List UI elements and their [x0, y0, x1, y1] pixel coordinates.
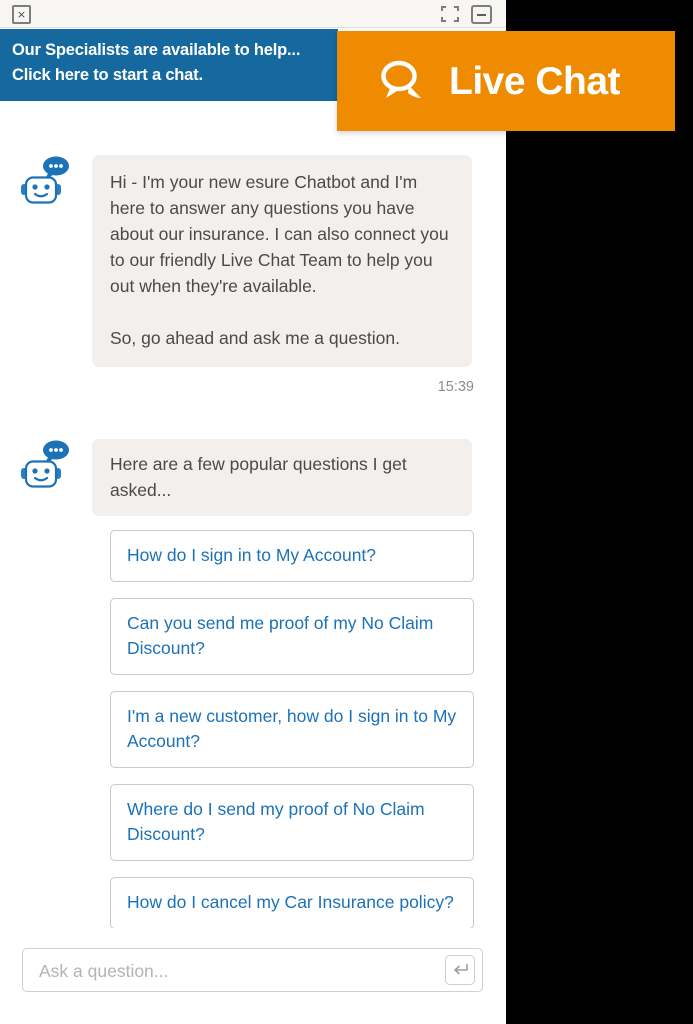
close-glyph: ×	[16, 8, 27, 21]
chat-bubble-icon	[375, 57, 427, 105]
live-chat-label: Live Chat	[449, 59, 621, 103]
quick-reply-button[interactable]: Can you send me proof of my No Claim Dis…	[110, 598, 474, 675]
quick-reply-button[interactable]: I'm a new customer, how do I sign in to …	[110, 691, 474, 768]
conversation-area: Hi - I'm your new esure Chatbot and I'm …	[0, 101, 506, 928]
message-input[interactable]	[37, 949, 428, 993]
composer-area	[0, 928, 506, 1024]
widget-titlebar: ×	[0, 0, 506, 28]
composer-field-wrapper	[22, 948, 483, 993]
message-row: Here are a few popular questions I get a…	[0, 439, 506, 928]
promo-banner[interactable]: Our Specialists are available to help...…	[0, 29, 338, 101]
message-timestamp: 15:39	[437, 379, 474, 395]
enter-arrow-icon[interactable]	[445, 955, 475, 985]
bot-message-bubble: Hi - I'm your new esure Chatbot and I'm …	[92, 155, 472, 367]
message-paragraph: Here are a few popular questions I get a…	[110, 454, 407, 500]
live-chat-tab[interactable]: Live Chat	[337, 31, 675, 131]
promo-line-2: Click here to start a chat.	[12, 66, 203, 84]
quick-reply-list: How do I sign in to My Account? Can you …	[110, 530, 474, 928]
promo-line-1: Our Specialists are available to help...	[12, 41, 301, 59]
expand-icon[interactable]	[440, 4, 460, 24]
close-icon[interactable]: ×	[12, 5, 31, 24]
minimize-dash	[477, 13, 486, 16]
message-paragraph: Hi - I'm your new esure Chatbot and I'm …	[110, 172, 449, 296]
message-paragraph: So, go ahead and ask me a question.	[110, 328, 400, 348]
robot-avatar-icon	[18, 155, 70, 207]
robot-avatar-icon	[18, 439, 70, 491]
quick-reply-button[interactable]: How do I cancel my Car Insurance policy?	[110, 877, 474, 928]
bot-message-bubble: Here are a few popular questions I get a…	[92, 439, 472, 516]
screen: × Our Specialists are available to help.…	[0, 0, 693, 1024]
message-row: Hi - I'm your new esure Chatbot and I'm …	[0, 155, 506, 395]
minimize-icon[interactable]	[471, 5, 492, 24]
chat-widget-panel: × Our Specialists are available to help.…	[0, 0, 506, 1024]
quick-reply-button[interactable]: How do I sign in to My Account?	[110, 530, 474, 582]
quick-reply-button[interactable]: Where do I send my proof of No Claim Dis…	[110, 784, 474, 861]
